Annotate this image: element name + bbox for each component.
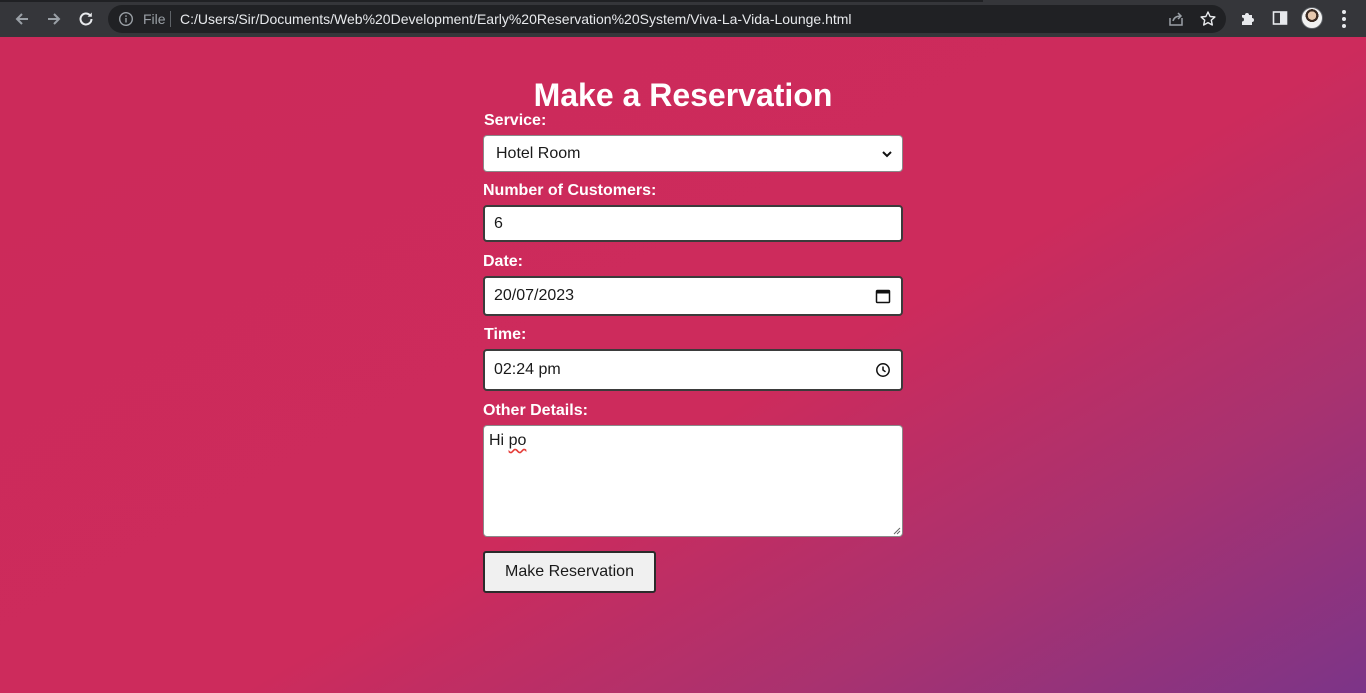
reload-button[interactable]: [73, 6, 99, 32]
extensions-button[interactable]: [1239, 9, 1259, 29]
bookmark-button[interactable]: [1199, 10, 1217, 28]
profile-avatar[interactable]: [1301, 7, 1323, 29]
clock-icon[interactable]: [875, 362, 891, 378]
details-textarea[interactable]: Hi po: [483, 425, 903, 537]
tab-strip-segment: [983, 0, 1366, 2]
details-label: Other Details:: [483, 402, 588, 419]
arrow-right-icon: [48, 13, 61, 25]
arrow-left-icon: [15, 13, 28, 25]
address-scheme-label: File: [143, 11, 166, 27]
share-icon: [1169, 12, 1183, 26]
kebab-menu-icon[interactable]: [1336, 10, 1352, 28]
info-icon[interactable]: [118, 11, 134, 27]
chevron-down-icon: [882, 150, 892, 157]
address-bar[interactable]: File C:/Users/Sir/Documents/Web%20Develo…: [108, 5, 1226, 33]
puzzle-icon: [1242, 13, 1254, 25]
browser-toolbar: File C:/Users/Sir/Documents/Web%20Develo…: [0, 0, 1366, 37]
date-label: Date:: [483, 253, 524, 270]
address-url[interactable]: C:/Users/Sir/Documents/Web%20Development…: [180, 11, 852, 27]
reload-icon: [79, 12, 93, 26]
details-word: Hi: [489, 432, 505, 449]
date-value: 20/07/2023: [494, 287, 575, 304]
service-label: Service:: [484, 112, 547, 129]
time-label: Time:: [484, 326, 527, 343]
back-button[interactable]: [9, 6, 35, 32]
service-select[interactable]: Hotel Room: [483, 135, 903, 172]
page-viewport: Make a Reservation Service: Hotel Room N…: [0, 37, 1366, 693]
star-icon: [1200, 11, 1216, 26]
forward-button[interactable]: [41, 6, 67, 32]
misspelled-word: po: [508, 432, 527, 449]
resize-grip-icon[interactable]: [893, 527, 901, 535]
service-value: Hotel Room: [496, 144, 581, 162]
page-title: Make a Reservation: [533, 77, 833, 113]
date-input[interactable]: 20/07/2023: [483, 276, 903, 316]
share-button[interactable]: [1167, 10, 1185, 28]
details-value: Hi po: [489, 432, 526, 450]
side-panel-button[interactable]: [1271, 9, 1291, 29]
time-value: 02:24 pm: [494, 361, 561, 378]
side-panel-icon: [1272, 11, 1288, 25]
customers-value: 6: [494, 214, 503, 232]
customers-input[interactable]: 6: [483, 205, 903, 242]
calendar-icon[interactable]: [875, 288, 891, 304]
customers-label: Number of Customers:: [483, 182, 657, 199]
address-divider: [170, 11, 171, 27]
make-reservation-button[interactable]: Make Reservation: [483, 551, 656, 593]
time-input[interactable]: 02:24 pm: [483, 349, 903, 391]
tab-strip-edge: [0, 0, 1366, 2]
